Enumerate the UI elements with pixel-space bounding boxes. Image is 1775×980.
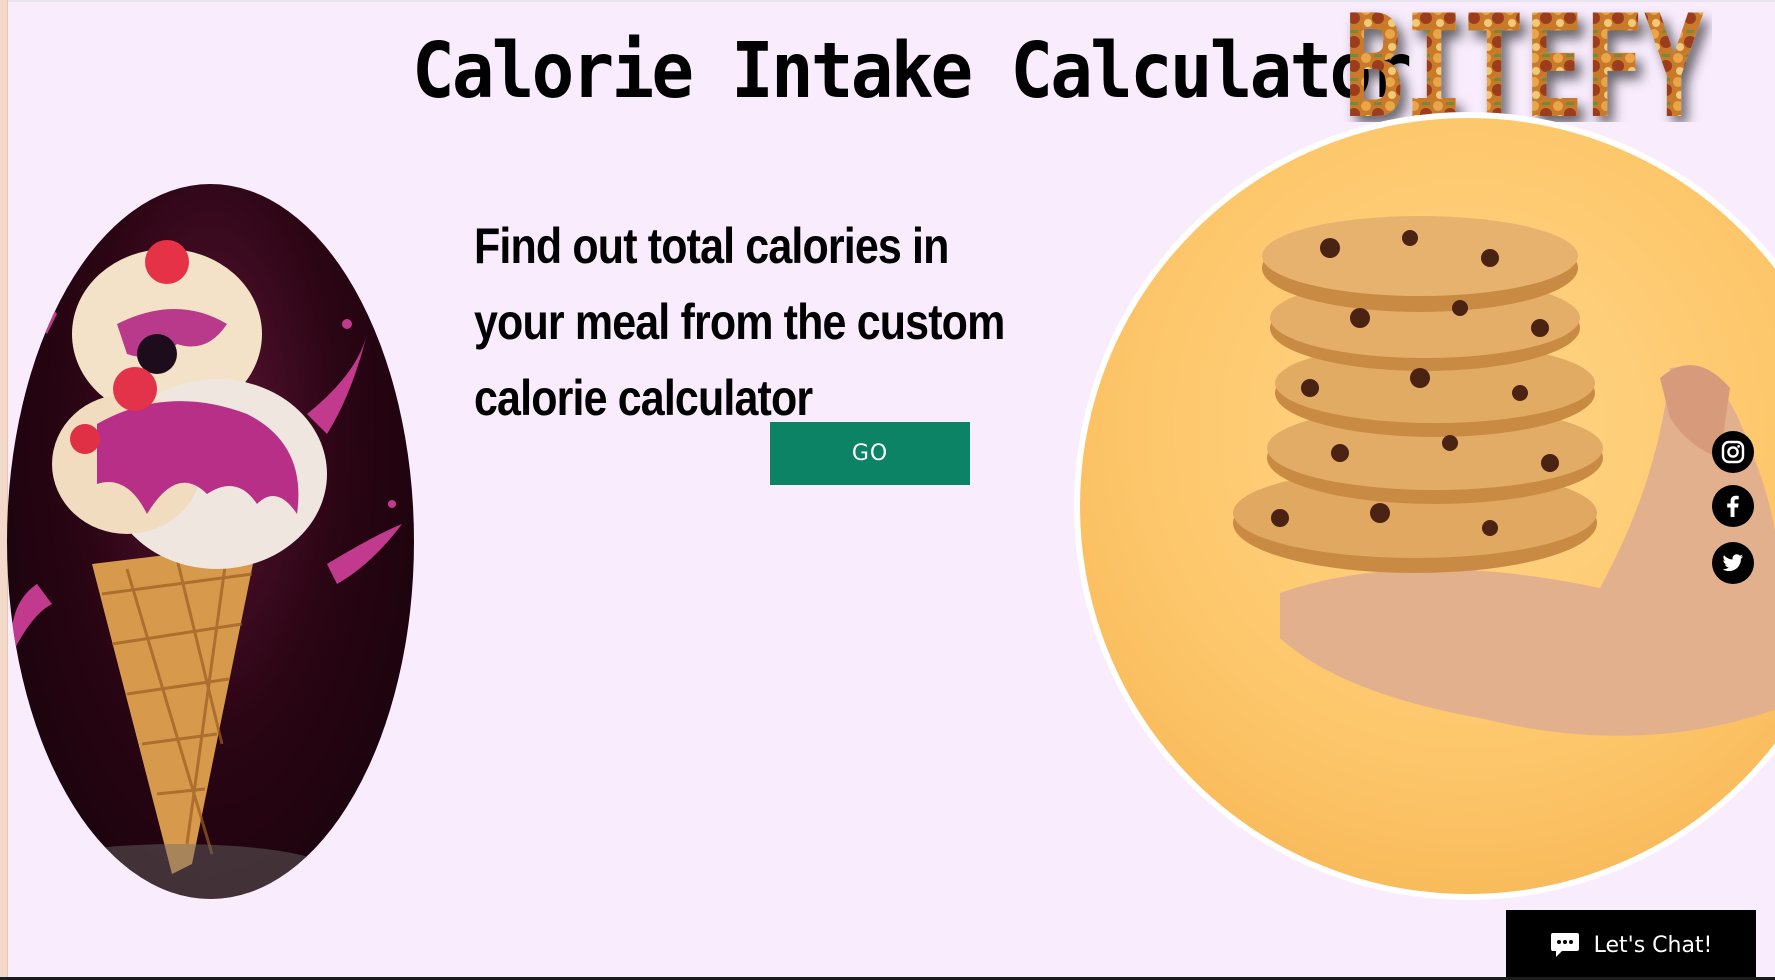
brand-text: BITEFY (1344, 4, 1704, 122)
page-title: Calorie Intake Calculator (412, 27, 1412, 116)
cookie-image (1074, 112, 1775, 900)
facebook-icon (1727, 495, 1739, 517)
chat-bubble-icon (1550, 933, 1579, 957)
twitter-link[interactable] (1712, 542, 1754, 584)
chat-button[interactable]: Let's Chat! (1506, 910, 1756, 980)
go-button[interactable]: GO (770, 422, 970, 485)
instagram-icon (1721, 440, 1745, 464)
left-edge (0, 0, 8, 980)
brand-logo[interactable]: BITEFY (1336, 4, 1712, 122)
twitter-icon (1722, 554, 1743, 572)
icecream-image (7, 184, 414, 899)
instagram-link[interactable] (1712, 431, 1754, 473)
hero-headline: Find out total calories in your meal fro… (474, 218, 1005, 426)
chat-label: Let's Chat! (1593, 932, 1713, 958)
facebook-link[interactable] (1712, 485, 1754, 527)
top-edge (0, 0, 1775, 2)
